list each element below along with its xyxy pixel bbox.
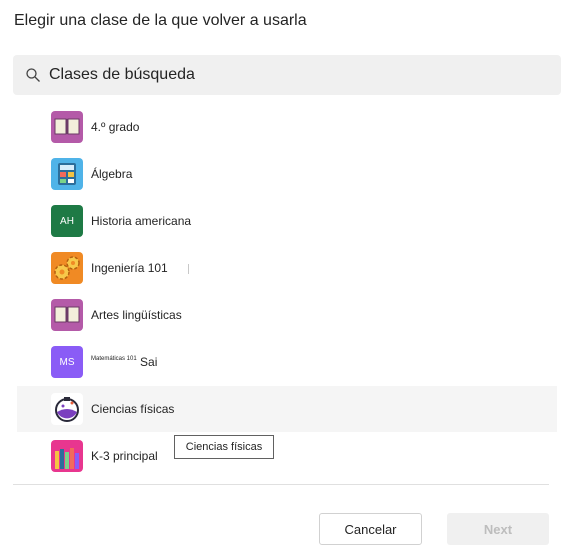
book-icon (51, 299, 83, 331)
search-icon (26, 68, 40, 82)
class-item-artes-linguisticas[interactable]: Artes lingüísticas (17, 292, 557, 338)
search-box[interactable] (13, 55, 561, 95)
class-item-historia-americana[interactable]: AH Historia americana (17, 198, 557, 244)
class-item-matematicas-101[interactable]: MS Matemáticas 101 Sai (17, 339, 557, 385)
book-icon (51, 111, 83, 143)
cancel-button[interactable]: Cancelar (319, 513, 422, 545)
footer-divider (13, 484, 549, 485)
tooltip: Ciencias físicas (174, 435, 274, 459)
class-label: Artes lingüísticas (91, 308, 182, 322)
class-initials: AH (51, 205, 83, 237)
class-initials: MS (51, 346, 83, 378)
dialog-title: Elegir una clase de la que volver a usar… (14, 12, 307, 29)
text-caret (188, 264, 189, 274)
class-label: 4.º grado (91, 120, 140, 134)
class-label-main: Sai (140, 355, 158, 369)
class-item-ingenieria-101[interactable]: Ingeniería 101 (17, 245, 557, 291)
flask-icon (51, 393, 83, 425)
gears-icon (51, 252, 83, 284)
class-label: Matemáticas 101 Sai (91, 355, 157, 369)
class-label: Álgebra (91, 167, 133, 181)
class-label: Ingeniería 101 (91, 261, 168, 275)
next-button[interactable]: Next (447, 513, 549, 545)
class-list: 4.º grado Álgebra AH Historia americana … (17, 104, 557, 480)
class-item-4-grado[interactable]: 4.º grado (17, 104, 557, 150)
calculator-icon (51, 158, 83, 190)
search-input[interactable] (47, 65, 531, 85)
class-label: Historia americana (91, 214, 192, 228)
class-item-algebra[interactable]: Álgebra (17, 151, 557, 197)
class-item-k3-principal[interactable]: K-3 principal (17, 433, 557, 479)
class-item-ciencias-fisicas[interactable]: Ciencias físicas (17, 386, 557, 432)
class-label-small: Matemáticas 101 (91, 356, 137, 362)
class-label: Ciencias físicas (91, 402, 175, 416)
pencils-icon (51, 440, 83, 472)
class-label: K-3 principal (91, 449, 158, 463)
